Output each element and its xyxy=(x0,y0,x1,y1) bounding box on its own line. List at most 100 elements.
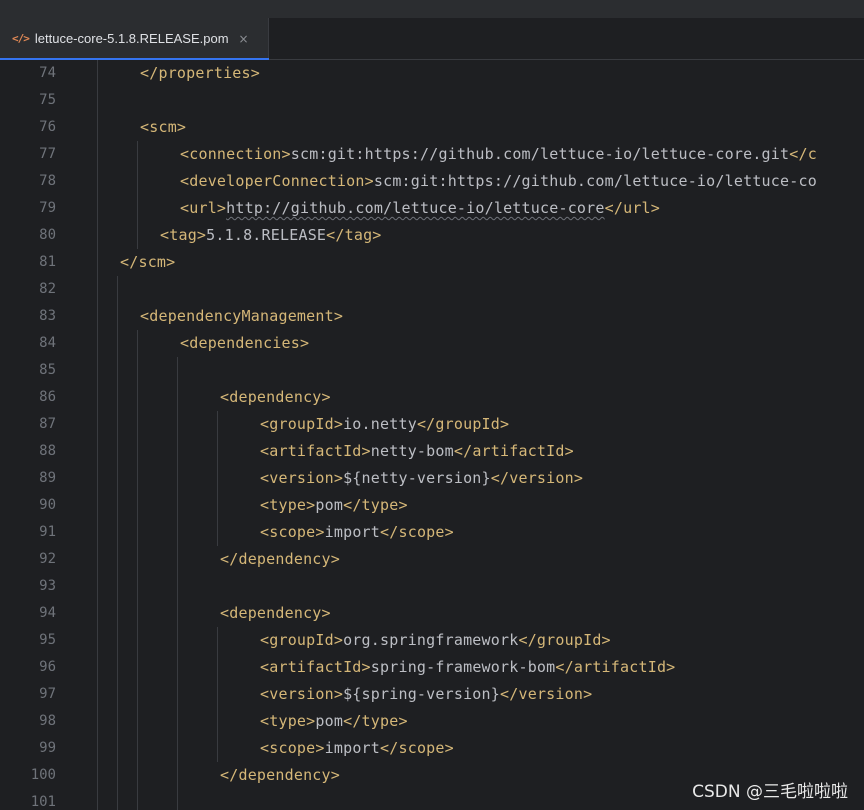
xml-tag: <version> xyxy=(260,469,344,487)
indent-guide xyxy=(97,60,98,810)
xml-tag: </properties> xyxy=(140,64,260,82)
code-line[interactable]: <dependency> xyxy=(220,384,331,411)
code-line[interactable]: <artifactId>netty-bom</artifactId> xyxy=(260,438,574,465)
line-number: 93 xyxy=(39,578,56,594)
code-line[interactable]: <dependencyManagement> xyxy=(140,303,343,330)
line-number: 92 xyxy=(39,551,56,567)
indent-guide xyxy=(117,276,118,810)
indent-guide xyxy=(137,141,138,249)
code-line[interactable]: </properties> xyxy=(140,60,260,87)
xml-text: ${spring-version} xyxy=(343,685,501,703)
close-icon[interactable]: × xyxy=(239,32,249,46)
code-line[interactable]: <type>pom</type> xyxy=(260,708,408,735)
xml-tag: <type> xyxy=(260,712,316,730)
xml-tag: <scope> xyxy=(260,523,325,541)
title-bar xyxy=(0,0,864,18)
xml-tag: <tag> xyxy=(160,226,207,244)
code-line[interactable]: <dependency> xyxy=(220,600,331,627)
xml-text: http://github.com/lettuce-io/lettuce-cor… xyxy=(226,199,605,217)
code-line[interactable]: </scm> xyxy=(120,249,175,276)
xml-tag: <artifactId> xyxy=(260,442,371,460)
xml-tag: <type> xyxy=(260,496,316,514)
line-number: 87 xyxy=(39,416,56,432)
line-number: 90 xyxy=(39,497,56,513)
line-number: 101 xyxy=(30,794,56,810)
xml-text: scm:git:https://github.com/lettuce-io/le… xyxy=(373,172,817,190)
xml-text: import xyxy=(324,739,381,757)
indent-guide xyxy=(217,627,218,762)
line-number: 83 xyxy=(39,308,56,324)
line-number: 99 xyxy=(39,740,56,756)
xml-tag: <version> xyxy=(260,685,344,703)
line-number: 80 xyxy=(39,227,56,243)
xml-tag: <scm> xyxy=(140,118,187,136)
xml-tag: </version> xyxy=(500,685,593,703)
line-number: 81 xyxy=(39,254,56,270)
code-line[interactable]: </dependency> xyxy=(220,546,340,573)
xml-text: io.netty xyxy=(343,415,417,433)
line-number: 75 xyxy=(39,92,56,108)
indent-guide xyxy=(217,411,218,546)
xml-tag: <artifactId> xyxy=(260,658,371,676)
xml-tag: </scm> xyxy=(120,253,176,271)
line-number: 82 xyxy=(39,281,56,297)
xml-tag: </scope> xyxy=(380,739,454,757)
xml-tag: <dependency> xyxy=(220,388,331,406)
xml-text: ${netty-version} xyxy=(343,469,491,487)
xml-tag: <scope> xyxy=(260,739,325,757)
code-line[interactable]: <developerConnection>scm:git:https://git… xyxy=(180,168,817,195)
line-number: 96 xyxy=(39,659,56,675)
code-line[interactable]: <artifactId>spring-framework-bom</artifa… xyxy=(260,654,675,681)
xml-tag: </version> xyxy=(490,469,584,487)
xml-tag: </groupId> xyxy=(518,631,611,649)
line-number: 74 xyxy=(39,65,56,81)
line-number: 84 xyxy=(39,335,56,351)
indent-guide xyxy=(137,330,138,810)
xml-file-icon: </> xyxy=(12,32,30,45)
xml-text: pom xyxy=(315,496,344,514)
xml-tag: </type> xyxy=(343,712,408,730)
xml-text: 5.1.8.RELEASE xyxy=(206,226,327,244)
line-number: 86 xyxy=(39,389,56,405)
xml-tag: </tag> xyxy=(326,226,382,244)
code-line[interactable]: <scm> xyxy=(140,114,186,141)
xml-tag: </type> xyxy=(343,496,408,514)
ide-window: </> lettuce-core-5.1.8.RELEASE.pom × 74 <… xyxy=(0,0,864,810)
code-line[interactable]: <connection>scm:git:https://github.com/l… xyxy=(180,141,817,168)
xml-tag: <developerConnection> xyxy=(180,172,374,190)
watermark: CSDN @三毛啦啦啦 xyxy=(692,782,848,802)
code-line[interactable]: <dependencies> xyxy=(180,330,309,357)
xml-tag: <groupId> xyxy=(260,631,344,649)
xml-text: spring-framework-bom xyxy=(370,658,556,676)
code-line[interactable]: <version>${spring-version}</version> xyxy=(260,681,592,708)
xml-tag: </scope> xyxy=(380,523,454,541)
xml-tag: </groupId> xyxy=(416,415,510,433)
code-line[interactable]: </dependency> xyxy=(220,762,340,789)
line-number: 100 xyxy=(30,767,56,783)
code-line[interactable]: <scope>import</scope> xyxy=(260,519,454,546)
indent-guide xyxy=(177,357,178,810)
code-line[interactable]: <type>pom</type> xyxy=(260,492,408,519)
code-line[interactable]: <tag>5.1.8.RELEASE</tag> xyxy=(160,222,382,249)
xml-text: pom xyxy=(315,712,344,730)
xml-text: scm:git:https://github.com/lettuce-io/le… xyxy=(290,145,790,163)
code-line[interactable]: <url>http://github.com/lettuce-io/lettuc… xyxy=(180,195,660,222)
xml-tag: </c xyxy=(789,145,817,163)
code-line[interactable]: <scope>import</scope> xyxy=(260,735,454,762)
code-editor[interactable]: 74 </properties> 75 76 <scm> 77 <connection>sc… xyxy=(0,60,864,810)
line-number: 94 xyxy=(39,605,56,621)
code-line[interactable]: <groupId>io.netty</groupId> xyxy=(260,411,509,438)
xml-tag: <dependencyManagement> xyxy=(140,307,344,325)
xml-tag: </artifactId> xyxy=(555,658,676,676)
code-line[interactable]: <version>${netty-version}</version> xyxy=(260,465,583,492)
code-line[interactable]: <groupId>org.springframework</groupId> xyxy=(260,627,611,654)
xml-tag: </url> xyxy=(604,199,661,217)
xml-tag: <url> xyxy=(180,199,227,217)
line-number: 85 xyxy=(39,362,56,378)
tab-lettuce-core-pom[interactable]: </> lettuce-core-5.1.8.RELEASE.pom × xyxy=(0,18,269,60)
line-number: 95 xyxy=(39,632,56,648)
xml-tag: </artifactId> xyxy=(453,442,574,460)
xml-text: netty-bom xyxy=(370,442,454,460)
editor-tab-bar: </> lettuce-core-5.1.8.RELEASE.pom × xyxy=(0,18,864,60)
line-number: 98 xyxy=(39,713,56,729)
